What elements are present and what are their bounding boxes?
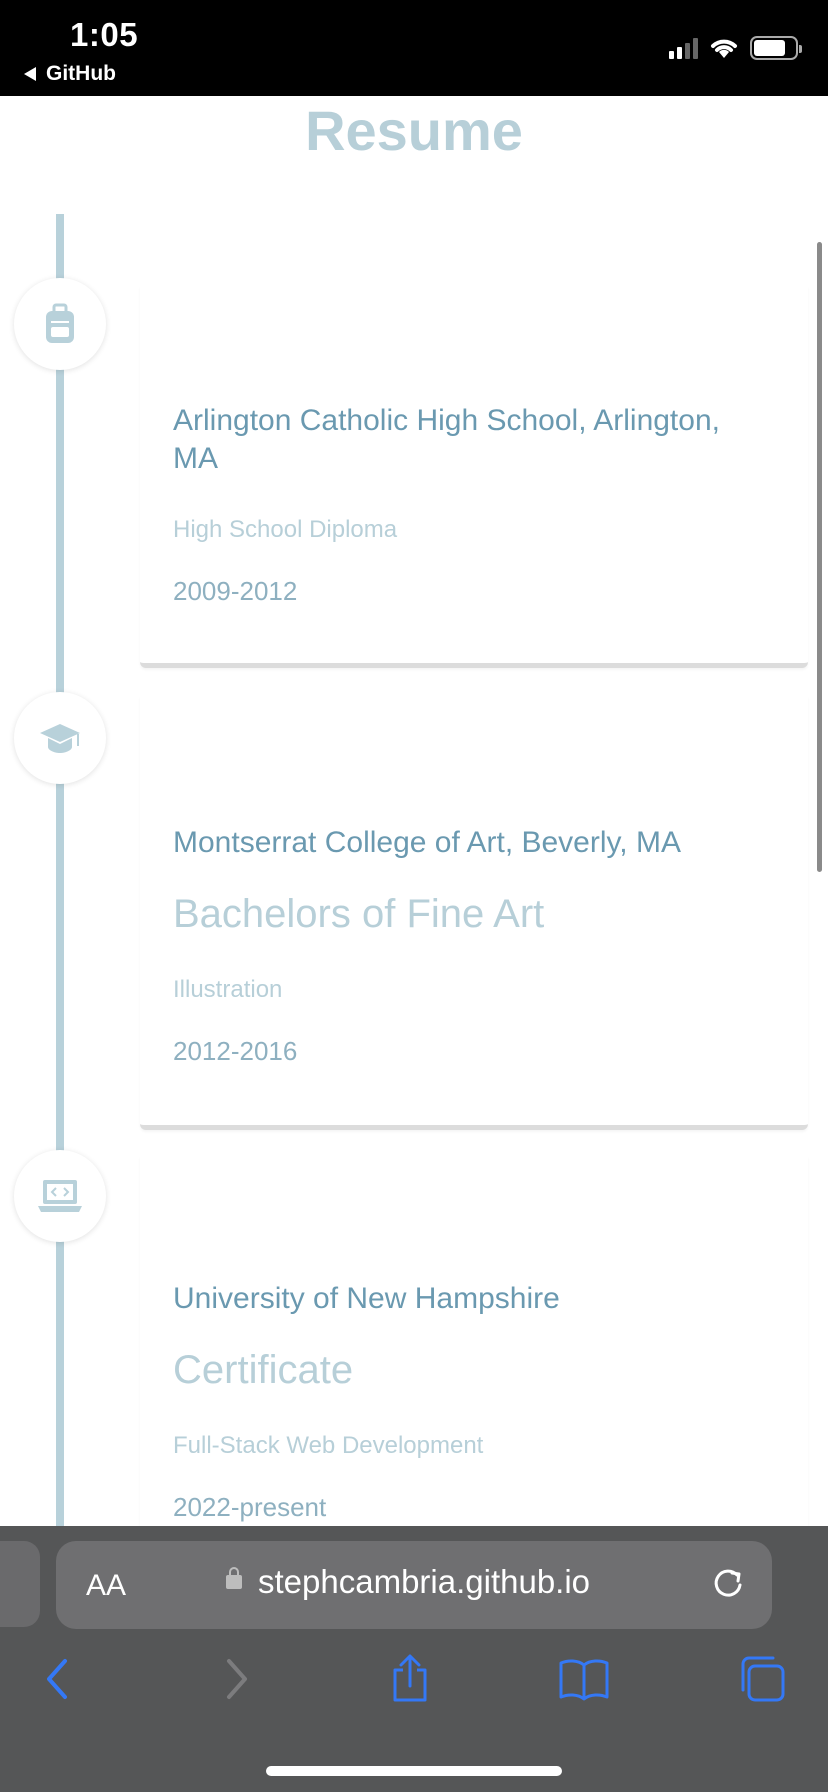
laptop-code-icon <box>14 1150 106 1242</box>
education-card: Arlington Catholic High School, Arlingto… <box>140 286 808 668</box>
years: 2009-2012 <box>173 576 298 606</box>
scrollbar[interactable] <box>817 242 822 872</box>
back-app-label: GitHub <box>46 62 116 85</box>
battery-icon <box>750 36 802 60</box>
years: 2012-2016 <box>173 1036 298 1066</box>
lock-icon <box>226 1567 242 1589</box>
url-text[interactable]: stephcambria.github.io <box>258 1563 590 1601</box>
school-name: Arlington Catholic High School, Arlingto… <box>173 404 720 475</box>
signal-icon <box>669 37 698 59</box>
address-bar[interactable]: AA stephcambria.github.io <box>56 1541 772 1629</box>
backpack-icon <box>14 278 106 370</box>
field-of-study: Illustration <box>173 976 283 1003</box>
back-icon[interactable] <box>30 1651 86 1707</box>
degree: Certificate <box>173 1348 354 1392</box>
tabs-icon[interactable] <box>734 1651 790 1707</box>
share-icon[interactable] <box>382 1651 438 1707</box>
education-card: Montserrat College of Art, Beverly, MA B… <box>140 696 808 1130</box>
wifi-icon <box>711 39 737 58</box>
page-title: Resume <box>305 99 523 162</box>
back-triangle-icon <box>24 67 36 81</box>
resume-page: Resume Arlington Catholic High School, A… <box>0 96 828 1526</box>
back-to-app-link[interactable]: GitHub <box>24 62 116 86</box>
degree: Bachelors of Fine Art <box>173 892 545 936</box>
text-size-button[interactable]: AA <box>86 1569 126 1603</box>
timeline-line <box>56 214 64 1526</box>
graduation-cap-icon <box>14 692 106 784</box>
school-name: Montserrat College of Art, Beverly, MA <box>173 826 681 859</box>
bookmarks-icon[interactable] <box>556 1651 612 1707</box>
text-size-label: AA <box>86 1569 127 1602</box>
reload-icon[interactable] <box>710 1565 746 1601</box>
education-card: University of New Hampshire Certificate … <box>140 1156 808 1526</box>
status-icons <box>669 36 802 60</box>
school-name: University of New Hampshire <box>173 1282 560 1315</box>
home-indicator[interactable] <box>266 1766 562 1776</box>
previous-tab-preview[interactable] <box>0 1541 40 1627</box>
forward-icon[interactable] <box>208 1651 264 1707</box>
years: 2022-present <box>173 1492 327 1522</box>
status-bar: 1:05 GitHub <box>0 0 828 96</box>
field-of-study: High School Diploma <box>173 516 398 543</box>
field-of-study: Full-Stack Web Development <box>173 1432 484 1459</box>
status-time: 1:05 <box>70 16 139 53</box>
